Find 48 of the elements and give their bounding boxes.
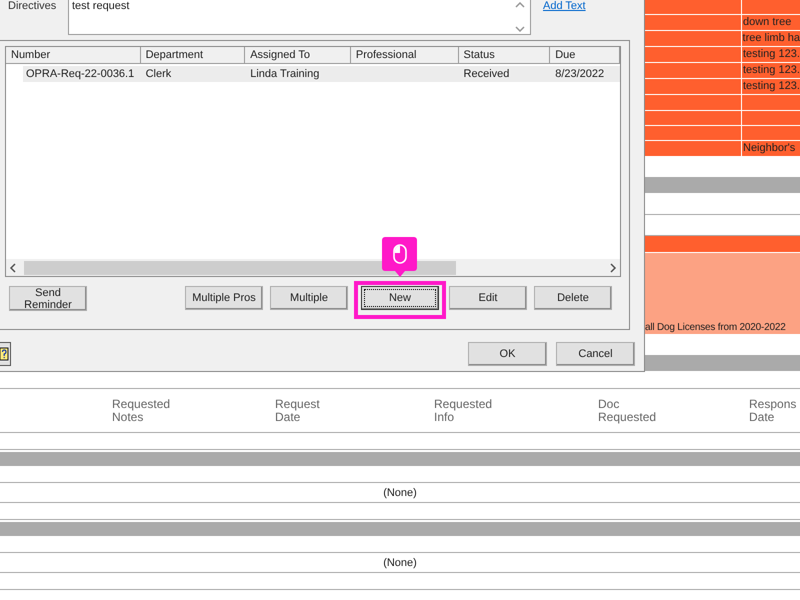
button[interactable]: Delete — [534, 286, 612, 310]
add-text-link[interactable]: Add Text — [543, 0, 586, 12]
directives-field[interactable]: test request — [68, 0, 531, 35]
button[interactable]: New — [361, 286, 439, 310]
column-header: Doc Requested — [598, 398, 658, 424]
table-cell-text: all Dog Licenses from 2020-2022 — [645, 322, 786, 334]
table-cell: testing 123. — [742, 63, 800, 78]
column-header[interactable]: Assigned To — [245, 47, 351, 64]
empty-message: (None) — [383, 487, 417, 499]
column-header: Respons Date — [749, 398, 798, 424]
table-cell — [742, 126, 800, 140]
table-cell: Clerk — [140, 66, 246, 82]
button[interactable]: Edit — [449, 286, 527, 310]
table-cell — [742, 110, 800, 125]
field-label: Directives — [7, 0, 58, 12]
column-header: Requested Info — [434, 398, 494, 424]
table-cell: Neighbor's — [742, 141, 800, 156]
column-header[interactable]: Number — [6, 47, 141, 64]
table-cell: Linda Training — [245, 66, 351, 82]
scroll-up-icon — [515, 2, 525, 8]
column-header[interactable]: Due — [550, 47, 620, 64]
table-cell — [742, 95, 800, 110]
column-header[interactable]: Professional — [350, 47, 459, 64]
button[interactable]: Multiple Pros — [185, 286, 263, 310]
column-header[interactable]: Department — [140, 47, 246, 64]
list-row[interactable]: OPRA-Req-22-0036.1 Clerk Linda Training Received 8/23/2022 — [6, 66, 620, 82]
column-header: Request Date — [275, 398, 321, 424]
help-button[interactable] — [0, 342, 11, 366]
table-cell: 8/23/2022 — [550, 66, 620, 82]
button[interactable]: Cancel — [556, 342, 635, 366]
button[interactable]: Multiple — [270, 286, 348, 310]
empty-message: (None) — [383, 557, 417, 569]
scroll-down-icon — [515, 26, 525, 32]
scrollbar-thumb[interactable] — [24, 260, 456, 274]
table-cell: Received — [458, 66, 550, 82]
table-cell: tree limb ha — [742, 31, 800, 46]
button[interactable]: OK — [468, 342, 547, 366]
table-cell: testing 123. — [742, 47, 800, 62]
table-cell: down tree — [742, 15, 800, 30]
mouse-icon — [392, 244, 406, 264]
button[interactable]: Send Reminder — [9, 286, 87, 311]
column-header: Requested Notes — [112, 398, 172, 424]
horizontal-scrollbar[interactable] — [6, 259, 620, 276]
table-cell: OPRA-Req-22-0036.1 — [23, 66, 141, 82]
table-cell — [742, 0, 800, 14]
table-cell: testing 123. — [742, 79, 800, 94]
column-header[interactable]: Status — [458, 47, 550, 64]
help-icon — [0, 347, 9, 361]
